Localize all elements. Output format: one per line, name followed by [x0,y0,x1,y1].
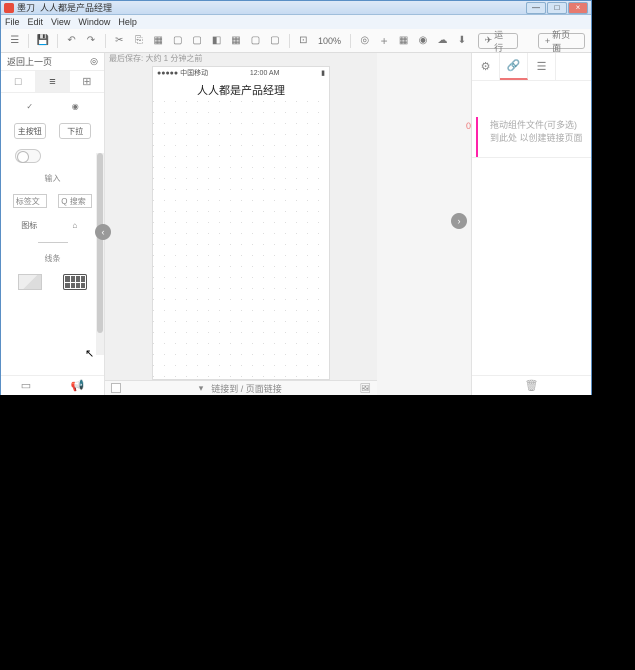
time-label: 12:00 AM [250,70,280,77]
check-widget[interactable]: ✓ [21,99,39,113]
right-tabs: ⚙ 🔗 ☰ [472,53,591,81]
section-input: 输入 [7,173,98,184]
chevron-down-icon[interactable]: ▾ [199,383,204,394]
divider-widget[interactable] [38,242,68,243]
eye-icon[interactable]: ◉ [415,33,430,49]
app-icon [4,3,14,13]
battery-icon: ▮ [321,69,325,77]
dropdown-widget[interactable]: 下拉 [59,123,91,139]
section-line: 线条 [7,253,98,264]
tool5-icon[interactable]: ▢ [248,33,263,49]
link-count: 0 [466,121,471,131]
tool3-icon[interactable]: ◧ [209,33,224,49]
left-header: 返回上一页 ◎ [1,53,104,71]
tool2-icon[interactable]: ▢ [189,33,204,49]
tool6-icon[interactable]: ▢ [267,33,282,49]
tab-gear[interactable]: ⚙ [472,53,500,80]
canvas-area[interactable]: ? ‹ ●●●●● 中国移动 12:00 AM ▮ 人人都是产品经理 [105,64,377,380]
radio-widget[interactable]: ◉ [66,99,84,113]
footer-checkbox[interactable] [111,383,121,393]
minimize-button[interactable]: — [526,2,546,14]
left-panel: 返回上一页 ◎ □ ≡ ⊞ ✓ ◉ 主按钮 下拉 输入 [1,53,105,395]
widget-palette: ✓ ◉ 主按钮 下拉 输入 标签文 Q 搜索 图标 ⌂ [1,93,104,375]
left-footer: ▭ 📢 [1,375,104,395]
menu-file[interactable]: File [5,17,20,27]
menu-window[interactable]: Window [78,17,110,27]
window-title: 墨刀 人人都是产品经理 [17,1,526,14]
button-widget[interactable]: 主按钮 [14,123,46,139]
switch-widget[interactable] [15,149,41,163]
device-frame[interactable]: ●●●●● 中国移动 12:00 AM ▮ 人人都是产品经理 [152,66,330,380]
icon-widget[interactable]: 图标 [21,220,37,231]
tab-list[interactable]: ☰ [528,53,556,80]
status-bar: ●●●●● 中国移动 12:00 AM ▮ [153,67,329,79]
searchfield-widget[interactable]: Q 搜索 [58,194,92,208]
save-icon[interactable]: 💾 [35,33,50,49]
prev-page-button[interactable]: ‹ [95,224,111,240]
mouse-cursor: ↖ [85,347,94,360]
download-icon[interactable]: ⬇ [454,33,469,49]
tab-components[interactable]: □ [1,71,35,92]
run-button[interactable]: ✈运行 [478,33,519,49]
canvas-footer: ▾ 链接到 / 页面链接 🖼 [105,380,377,395]
redo-icon[interactable]: ↷ [83,33,98,49]
paste-icon[interactable]: ▦ [151,33,166,49]
titlebar: 墨刀 人人都是产品经理 — □ × [1,1,591,15]
image-icon[interactable]: 🖼 [360,383,371,394]
zoom-label[interactable]: 100% [315,36,344,46]
target2-icon[interactable]: ◎ [90,56,98,67]
link-label[interactable]: 链接到 / 页面链接 [211,382,282,395]
menu-icon[interactable]: ☰ [7,33,22,49]
close-button[interactable]: × [568,2,588,14]
trash-icon[interactable]: 🗑 [525,379,539,392]
back-link[interactable]: 返回上一页 [7,55,52,68]
toolbar: ☰ 💾 ↶ ↷ ✂ ⎘ ▦ ▢ ▢ ◧ ▦ ▢ ▢ ⊡ 100% ◎ + ▦ ◉… [1,29,591,53]
app-window: 墨刀 人人都是产品经理 — □ × File Edit View Window … [0,0,592,395]
grid-icon[interactable]: ▦ [396,33,411,49]
undo-icon[interactable]: ↶ [64,33,79,49]
menu-help[interactable]: Help [118,17,137,27]
horn-icon[interactable]: 📢 [71,379,85,392]
page-title: 人人都是产品经理 [153,79,329,101]
right-footer: 🗑 [472,375,591,395]
cut-icon[interactable]: ✂ [112,33,127,49]
tab-layers[interactable]: ≡ [35,71,69,92]
card-icon[interactable]: ▭ [21,379,31,392]
home-widget[interactable]: ⌂ [66,218,84,232]
tool4-icon[interactable]: ▦ [228,33,243,49]
image-widget[interactable] [18,274,42,290]
plus-icon[interactable]: + [376,33,391,49]
tab-assets[interactable]: ⊞ [70,71,104,92]
drop-hint: 拖动组件文件(可多选)到此处 以创建链接页面 [490,119,583,144]
tool-icon[interactable]: ▢ [170,33,185,49]
target-icon[interactable]: ◎ [357,33,372,49]
keyboard-widget[interactable] [63,274,87,290]
carrier-label: ●●●●● 中国移动 [157,68,208,78]
new-page-button[interactable]: +新页面 [538,33,585,49]
canvas-panel: 最后保存: 大约 1 分钟之前 ? ‹ ●●●●● 中国移动 12:00 AM … [105,53,377,395]
tab-link[interactable]: 🔗 [500,53,528,80]
right-body: 0 拖动组件文件(可多选)到此处 以创建链接页面 [472,81,591,375]
copy-icon[interactable]: ⎘ [131,33,146,49]
menu-edit[interactable]: Edit [28,17,44,27]
right-panel: ⚙ 🔗 ☰ 0 拖动组件文件(可多选)到此处 以创建链接页面 🗑 [471,53,591,395]
next-page-button[interactable]: › [451,213,467,229]
maximize-button[interactable]: □ [547,2,567,14]
fit-icon[interactable]: ⊡ [296,33,311,49]
save-hint: 最后保存: 大约 1 分钟之前 [105,53,377,64]
left-tabs: □ ≡ ⊞ [1,71,104,93]
device-canvas[interactable] [153,101,329,379]
textfield-widget[interactable]: 标签文 [13,194,47,208]
left-scrollbar[interactable] [96,153,104,355]
cloud-icon[interactable]: ☁ [435,33,450,49]
menu-view[interactable]: View [51,17,70,27]
main-area: 返回上一页 ◎ □ ≡ ⊞ ✓ ◉ 主按钮 下拉 输入 [1,53,591,395]
